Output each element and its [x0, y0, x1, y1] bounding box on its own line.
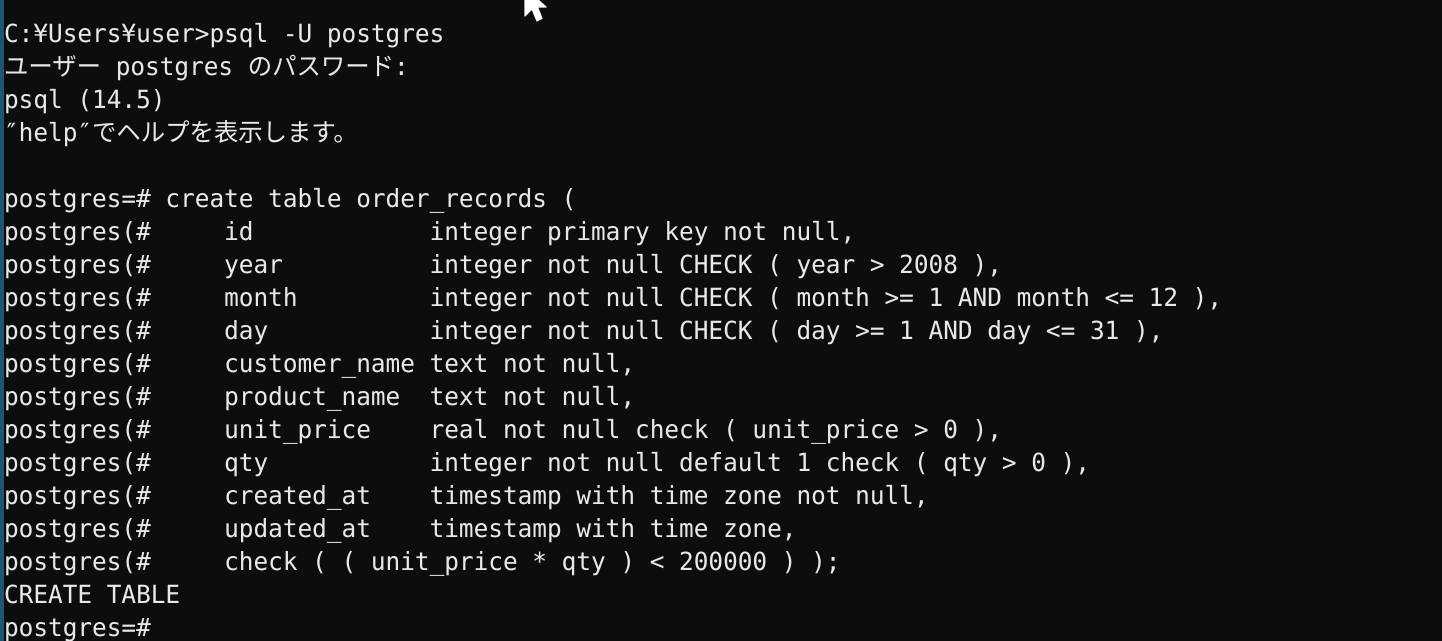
terminal-screen[interactable]: C:¥Users¥user>psql -U postgres ユーザー post…: [4, 0, 1442, 641]
terminal-line: ″help″でヘルプを表示します。: [4, 118, 358, 147]
terminal-line: postgres(# month integer not null CHECK …: [4, 283, 1223, 312]
terminal-line: postgres=# create table order_records (: [4, 184, 577, 213]
terminal-line: postgres(# id integer primary key not nu…: [4, 217, 856, 246]
terminal-line: postgres(# created_at timestamp with tim…: [4, 481, 929, 510]
terminal-line: postgres(# customer_name text not null,: [4, 349, 636, 378]
terminal-line: postgres(# updated_at timestamp with tim…: [4, 514, 797, 543]
terminal-window[interactable]: C:¥Users¥user>psql -U postgres ユーザー post…: [0, 0, 1442, 641]
terminal-line: postgres(# check ( ( unit_price * qty ) …: [4, 547, 841, 576]
terminal-line: CREATE TABLE: [4, 580, 181, 609]
terminal-prompt-line: postgres=#: [4, 613, 151, 641]
terminal-line: postgres(# day integer not null CHECK ( …: [4, 316, 1164, 345]
terminal-line: postgres(# year integer not null CHECK (…: [4, 250, 1002, 279]
terminal-line: ユーザー postgres のパスワード:: [4, 52, 409, 81]
terminal-line: postgres(# qty integer not null default …: [4, 448, 1090, 477]
terminal-line: psql (14.5): [4, 85, 166, 114]
terminal-line: postgres(# unit_price real not null chec…: [4, 415, 1002, 444]
terminal-line: C:¥Users¥user>psql -U postgres: [4, 19, 445, 48]
terminal-line: postgres(# product_name text not null,: [4, 382, 636, 411]
